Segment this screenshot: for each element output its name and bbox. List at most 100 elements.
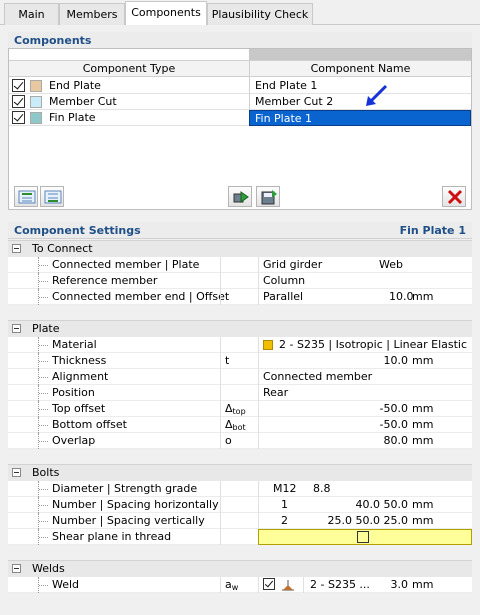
setting-value-2[interactable]: 40.0 50.0: [356, 497, 408, 513]
setting-value-2[interactable]: 25.0 50.0 25.0: [328, 513, 408, 529]
tab-bar: Main Members Components Plausibility Che…: [0, 0, 480, 26]
setting-row[interactable]: Alignment Connected member: [8, 369, 472, 385]
setting-row[interactable]: Number | Spacing vertically 2 25.0 50.0 …: [8, 513, 472, 529]
table-row[interactable]: End Plate End Plate 1: [9, 78, 471, 94]
collapse-icon[interactable]: [12, 468, 21, 477]
component-type: End Plate: [49, 79, 101, 92]
unit-label: mm: [412, 402, 434, 415]
tab-main[interactable]: Main: [4, 3, 59, 25]
setting-value-2[interactable]: 8.8: [313, 481, 331, 497]
setting-value-2[interactable]: Web: [379, 257, 403, 273]
unit-label: mm: [412, 290, 434, 303]
setting-value[interactable]: Column: [263, 273, 305, 289]
col-header-type[interactable]: Component Type: [9, 61, 249, 77]
setting-label: Number | Spacing vertically: [52, 514, 205, 527]
collapse-icon[interactable]: [12, 244, 21, 253]
import-component-button[interactable]: [228, 186, 252, 207]
col-header-name[interactable]: Component Name: [250, 61, 471, 77]
component-type: Member Cut: [49, 95, 117, 108]
move-up-button[interactable]: [14, 186, 38, 207]
setting-value[interactable]: 1: [281, 497, 288, 513]
setting-row[interactable]: Reference member Column: [8, 273, 472, 289]
setting-label: Bottom offset: [52, 418, 127, 431]
setting-value[interactable]: 10.0: [258, 353, 412, 369]
setting-label: Overlap: [52, 434, 96, 447]
setting-label: Thickness: [52, 354, 107, 367]
unit-label: mm: [412, 434, 434, 447]
component-name[interactable]: Member Cut 2: [249, 94, 471, 110]
delete-component-button[interactable]: [442, 186, 466, 207]
collapse-icon[interactable]: [12, 564, 21, 573]
setting-row[interactable]: Thickness t 10.0 mm: [8, 353, 472, 369]
group-to-connect[interactable]: To Connect: [8, 240, 472, 257]
collapse-icon[interactable]: [12, 324, 21, 333]
shear-plane-checkbox[interactable]: [357, 531, 369, 543]
setting-label: Number | Spacing horizontally: [52, 498, 219, 511]
component-name[interactable]: End Plate 1: [249, 78, 471, 94]
setting-value[interactable]: -50.0: [258, 401, 412, 417]
tab-members[interactable]: Members: [59, 3, 125, 25]
setting-row[interactable]: Weld aw 2 - S235 ... 3.0 mm: [8, 577, 472, 593]
save-component-button[interactable]: [256, 186, 280, 207]
setting-value[interactable]: M12: [273, 481, 297, 497]
setting-label: Top offset: [52, 402, 106, 415]
group-bolts[interactable]: Bolts: [8, 464, 472, 481]
setting-row[interactable]: Connected member end | Offset Parallel 1…: [8, 289, 472, 305]
setting-value[interactable]: Grid girder: [263, 257, 322, 273]
table-header: Component Type Component Name: [9, 60, 471, 77]
settings-selected-component: Fin Plate 1: [399, 224, 466, 237]
components-title: Components: [14, 34, 92, 47]
setting-row[interactable]: Bottom offset Δbot -50.0 mm: [8, 417, 472, 433]
material-color-swatch: [263, 340, 273, 350]
setting-row[interactable]: Number | Spacing horizontally 1 40.0 50.…: [8, 497, 472, 513]
row-checkbox[interactable]: [12, 95, 25, 108]
color-swatch: [30, 96, 42, 108]
unit-label: mm: [412, 514, 434, 527]
table-row[interactable]: Fin Plate Fin Plate 1: [9, 110, 471, 126]
unit-label: mm: [412, 578, 434, 591]
component-name-selected[interactable]: Fin Plate 1: [249, 110, 471, 126]
setting-value[interactable]: Rear: [263, 385, 288, 401]
move-down-button[interactable]: [40, 186, 64, 207]
tab-plausibility-check[interactable]: Plausibility Check: [207, 3, 313, 25]
setting-row[interactable]: Connected member | Plate Grid girder Web: [8, 257, 472, 273]
weld-checkbox[interactable]: [263, 578, 275, 590]
shear-plane-cell[interactable]: [258, 529, 472, 545]
save-icon: [261, 190, 277, 205]
setting-row[interactable]: Position Rear: [8, 385, 472, 401]
weld-size-value[interactable]: 3.0: [391, 577, 409, 593]
weld-material-value[interactable]: 2 - S235 ...: [303, 577, 370, 593]
setting-row[interactable]: Diameter | Strength grade M12 8.8: [8, 481, 472, 497]
group-label: To Connect: [32, 242, 93, 255]
setting-value[interactable]: Parallel: [263, 289, 303, 305]
setting-value[interactable]: Connected member: [263, 369, 372, 385]
setting-value[interactable]: -50.0: [258, 417, 412, 433]
move-down-icon: [44, 190, 62, 204]
color-swatch: [30, 112, 42, 124]
setting-value[interactable]: 80.0: [258, 433, 412, 449]
row-checkbox[interactable]: [12, 79, 25, 92]
import-icon: [233, 191, 249, 203]
tab-components[interactable]: Components: [125, 1, 207, 26]
color-swatch: [30, 80, 42, 92]
setting-value[interactable]: 2 - S235 | Isotropic | Linear Elastic: [279, 337, 467, 353]
setting-row[interactable]: Shear plane in thread: [8, 529, 472, 545]
weld-symbol-icon: [282, 580, 294, 591]
setting-value[interactable]: 2: [281, 513, 288, 529]
setting-row[interactable]: Overlap o 80.0 mm: [8, 433, 472, 449]
group-welds[interactable]: Welds: [8, 560, 472, 577]
setting-label: Connected member end | Offset: [52, 290, 230, 303]
unit-label: mm: [412, 498, 434, 511]
group-plate[interactable]: Plate: [8, 320, 472, 337]
setting-label: Weld: [52, 578, 80, 591]
table-row[interactable]: Member Cut Member Cut 2: [9, 94, 471, 110]
setting-label: Shear plane in thread: [52, 530, 172, 543]
unit-label: mm: [412, 418, 434, 431]
setting-row[interactable]: Material 2 - S235 | Isotropic | Linear E…: [8, 337, 472, 353]
setting-row[interactable]: Top offset Δtop -50.0 mm: [8, 401, 472, 417]
setting-value-2[interactable]: 10.0: [389, 289, 414, 305]
row-checkbox[interactable]: [12, 111, 25, 124]
settings-title: Component Settings: [14, 224, 141, 237]
setting-label: Diameter | Strength grade: [52, 482, 198, 495]
unit-label: mm: [412, 354, 434, 367]
